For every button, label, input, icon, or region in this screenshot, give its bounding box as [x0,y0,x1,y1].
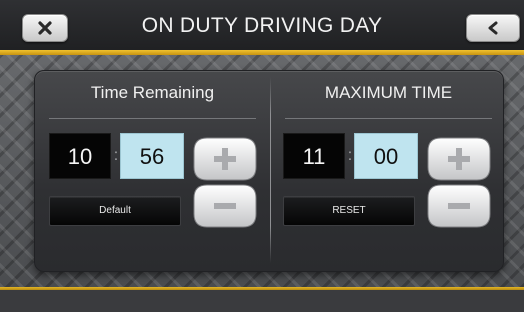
maximum-time-section: MAXIMUM TIME 11 : 00 RESET [271,71,506,271]
page-title: ON DUTY DRIVING DAY [141,14,383,37]
plus-icon [193,137,257,181]
section-rule [285,118,492,119]
reset-button[interactable]: RESET [283,196,415,226]
bottom-bar [0,290,524,312]
maximum-time-minutes-field[interactable]: 00 [354,133,418,179]
maximum-time-decrement-button[interactable] [427,184,491,228]
time-remaining-decrement-button[interactable] [193,184,257,228]
time-separator: : [113,147,119,164]
settings-panel: Time Remaining 10 : 56 Default MAXIMUM T… [34,70,504,272]
maximum-time-title: MAXIMUM TIME [324,83,453,102]
chevron-left-icon [488,21,498,35]
close-icon [38,21,52,35]
back-button[interactable] [466,14,520,42]
time-remaining-minutes-field[interactable]: 56 [120,133,184,179]
close-button[interactable] [22,14,68,42]
section-rule [49,118,256,119]
maximum-time-increment-button[interactable] [427,137,491,181]
time-remaining-title: Time Remaining [90,83,215,102]
minus-icon [427,184,491,228]
default-button[interactable]: Default [49,196,181,226]
time-remaining-hours-field[interactable]: 10 [49,133,111,179]
time-remaining-section: Time Remaining 10 : 56 Default [35,71,270,271]
time-remaining-increment-button[interactable] [193,137,257,181]
time-separator: : [347,147,353,164]
minus-icon [193,184,257,228]
maximum-time-hours-field[interactable]: 11 [283,133,345,179]
plus-icon [427,137,491,181]
